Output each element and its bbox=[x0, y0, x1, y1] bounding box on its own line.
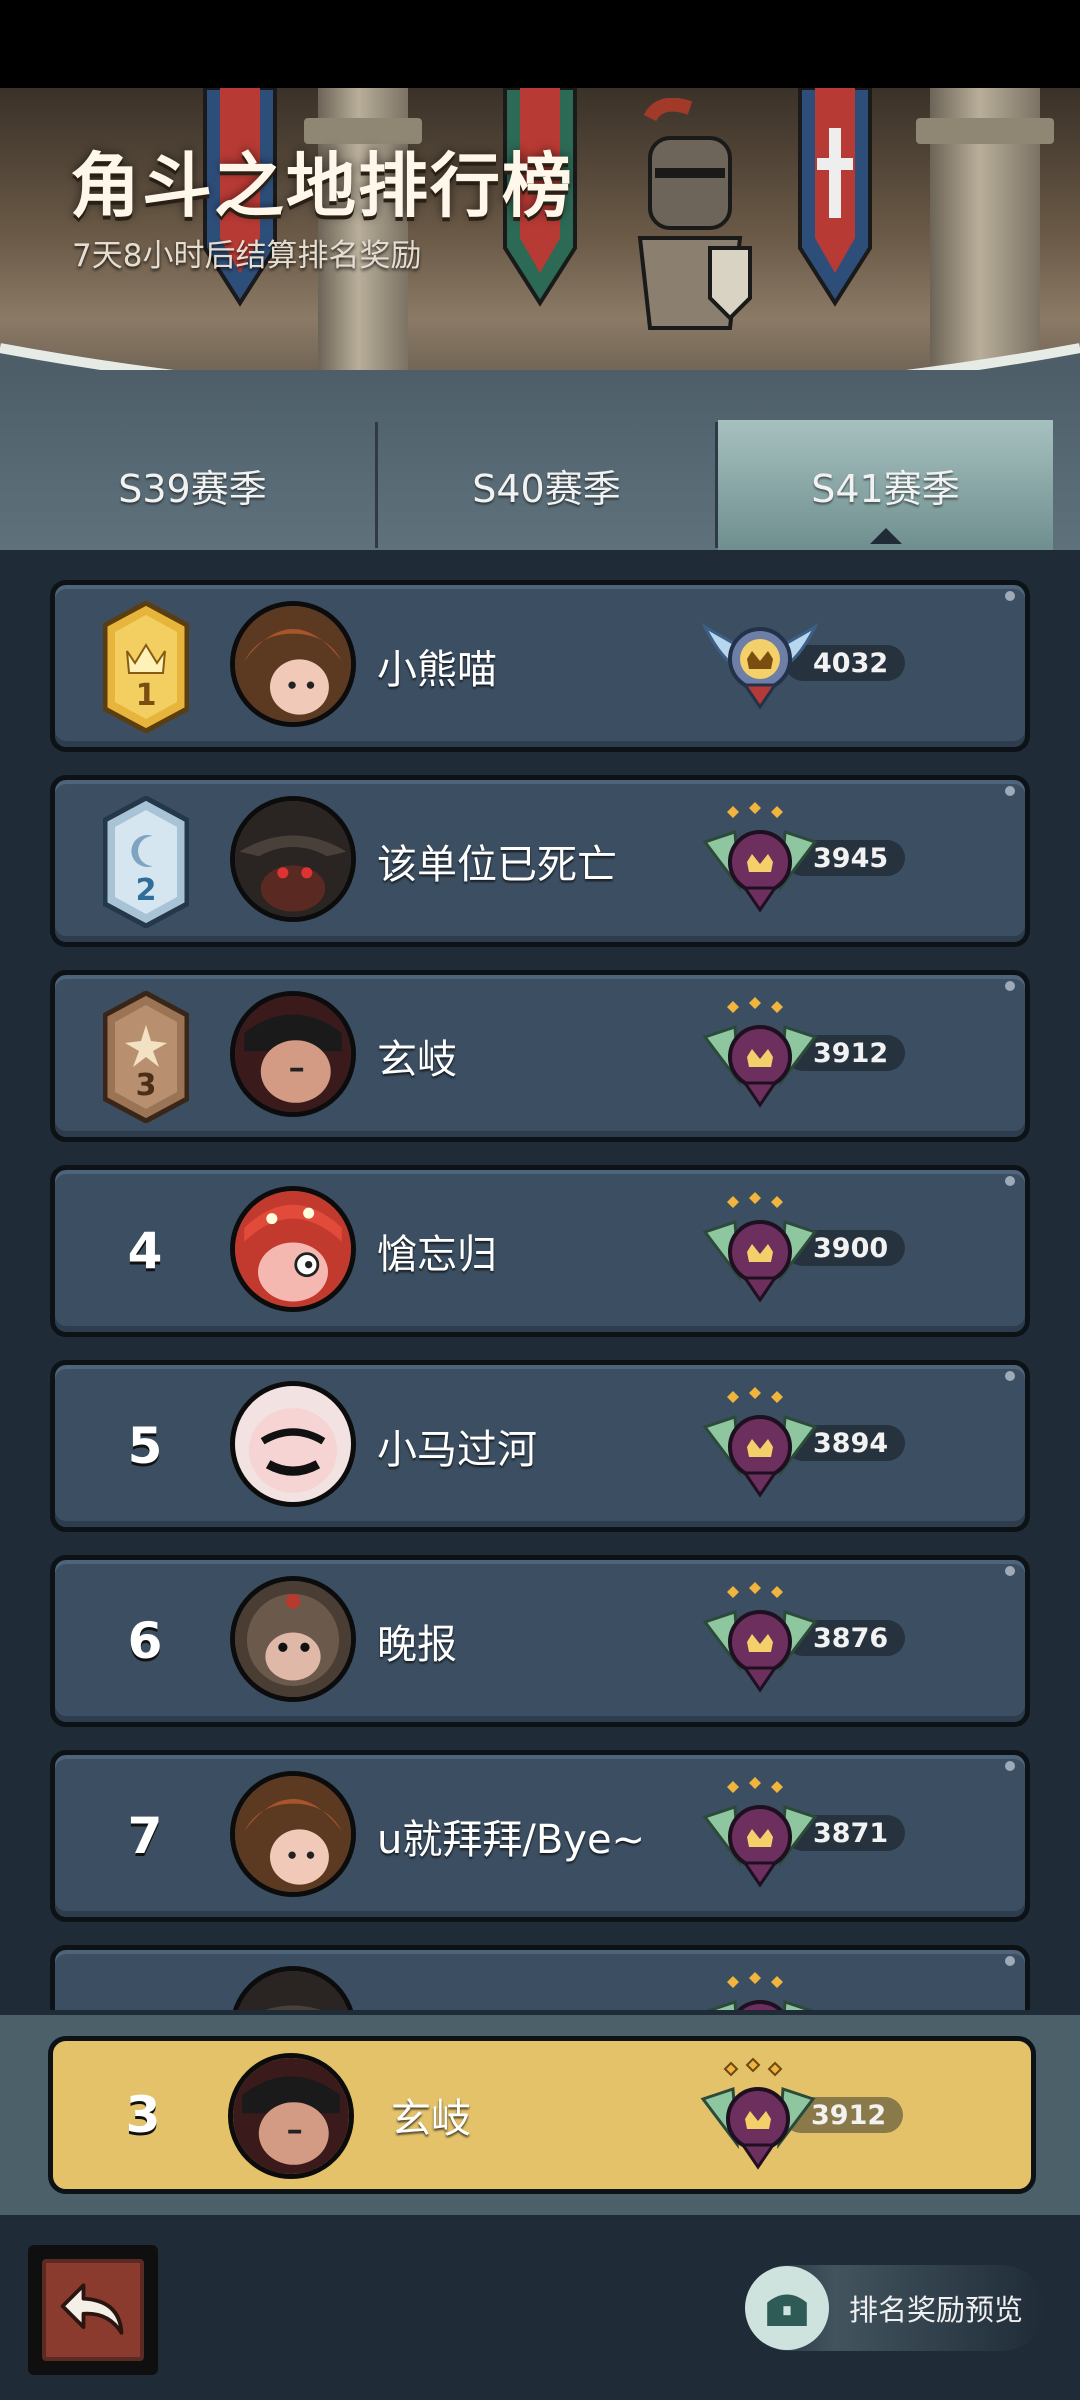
crown-medal-icon bbox=[695, 1572, 825, 1702]
page-title: 角斗之地排行榜 bbox=[70, 145, 574, 227]
avatar[interactable] bbox=[230, 601, 356, 727]
knight-helmet-icon bbox=[620, 97, 760, 338]
leaderboard-row[interactable]: 6 晚报 3876 bbox=[50, 1555, 1030, 1727]
crown-medal-icon bbox=[695, 1182, 825, 1312]
crown-medal-icon bbox=[695, 987, 825, 1117]
avatar[interactable] bbox=[230, 1966, 356, 2010]
rank-number: 7 bbox=[127, 1807, 163, 1865]
avatar[interactable] bbox=[230, 1381, 356, 1507]
bottom-bar: 排名奖励预览 bbox=[0, 2215, 1080, 2400]
leaderboard-row[interactable]: 4 愴忘归 3900 bbox=[50, 1165, 1030, 1337]
status-bar bbox=[0, 0, 1080, 88]
leaderboard-row[interactable]: 1 小熊喵 4032 bbox=[50, 580, 1030, 752]
rank-number: 4 bbox=[127, 1222, 163, 1280]
player-name: 愴忘归 bbox=[377, 1232, 497, 1278]
tab-s40[interactable]: S40赛季 bbox=[378, 420, 715, 550]
player-name: u就拜拜/Bye~ bbox=[377, 1817, 646, 1863]
leaderboard-row[interactable]: 2 该单位已死亡 3945 bbox=[50, 775, 1030, 947]
rank-number: 5 bbox=[127, 1417, 163, 1475]
svg-text:1: 1 bbox=[136, 678, 157, 713]
gold-rank-badge-icon: 1 bbox=[102, 600, 190, 734]
reward-preview-button[interactable]: 排名奖励预览 bbox=[745, 2265, 1045, 2351]
back-arrow-icon bbox=[42, 2259, 144, 2361]
my-avatar[interactable] bbox=[228, 2053, 354, 2179]
tab-label: S41赛季 bbox=[811, 466, 960, 511]
rank-number: 6 bbox=[127, 1612, 163, 1670]
my-rank-row[interactable]: 3 玄岐 3912 bbox=[48, 2036, 1036, 2194]
my-player-name: 玄岐 bbox=[391, 2096, 471, 2142]
silver-rank-badge-icon: 2 bbox=[102, 795, 190, 929]
reward-preview-label: 排名奖励预览 bbox=[849, 2293, 1024, 2327]
crown-medal-icon bbox=[695, 1767, 825, 1897]
season-tabs: S39赛季 S40赛季 S41赛季 bbox=[0, 370, 1080, 550]
treasure-chest-icon bbox=[745, 2266, 829, 2350]
tab-label: S40赛季 bbox=[472, 466, 621, 511]
winged-crown-medal-icon bbox=[695, 597, 825, 727]
bronze-rank-badge-icon: 3 bbox=[102, 990, 190, 1124]
banner-flag-icon bbox=[795, 88, 875, 308]
svg-text:2: 2 bbox=[136, 873, 157, 908]
tab-s39[interactable]: S39赛季 bbox=[10, 420, 375, 550]
settlement-countdown: 7天8小时后结算排名奖励 bbox=[72, 238, 422, 274]
leaderboard-row[interactable]: 3 玄岐 3912 bbox=[50, 970, 1030, 1142]
player-name: 小马过河 bbox=[377, 1427, 537, 1473]
svg-text:3: 3 bbox=[136, 1068, 157, 1103]
avatar[interactable] bbox=[230, 1576, 356, 1702]
crown-medal-icon bbox=[695, 1962, 825, 2010]
leaderboard-row-partial[interactable] bbox=[50, 1945, 1030, 2010]
leaderboard-row[interactable]: 5 小马过河 3894 bbox=[50, 1360, 1030, 1532]
back-button[interactable] bbox=[28, 2245, 158, 2375]
banner: 角斗之地排行榜 7天8小时后结算排名奖励 bbox=[0, 88, 1080, 418]
player-name: 玄岐 bbox=[377, 1037, 457, 1083]
player-name: 该单位已死亡 bbox=[377, 842, 617, 888]
avatar[interactable] bbox=[230, 796, 356, 922]
my-rank-number: 3 bbox=[125, 2086, 161, 2144]
leaderboard-list[interactable]: 1 小熊喵 4032 2 该单位已死亡 3945 3 玄岐 3912 4 愴忘归… bbox=[0, 550, 1080, 2010]
active-tab-pointer bbox=[870, 528, 902, 544]
avatar[interactable] bbox=[230, 1771, 356, 1897]
player-name: 晚报 bbox=[377, 1622, 457, 1668]
crown-medal-icon bbox=[695, 1377, 825, 1507]
crown-medal-icon bbox=[695, 792, 825, 922]
leaderboard-row[interactable]: 7 u就拜拜/Bye~ 3871 bbox=[50, 1750, 1030, 1922]
crown-medal-icon bbox=[693, 2049, 823, 2179]
player-name: 小熊喵 bbox=[377, 647, 497, 693]
tab-label: S39赛季 bbox=[118, 466, 267, 511]
avatar[interactable] bbox=[230, 1186, 356, 1312]
avatar[interactable] bbox=[230, 991, 356, 1117]
